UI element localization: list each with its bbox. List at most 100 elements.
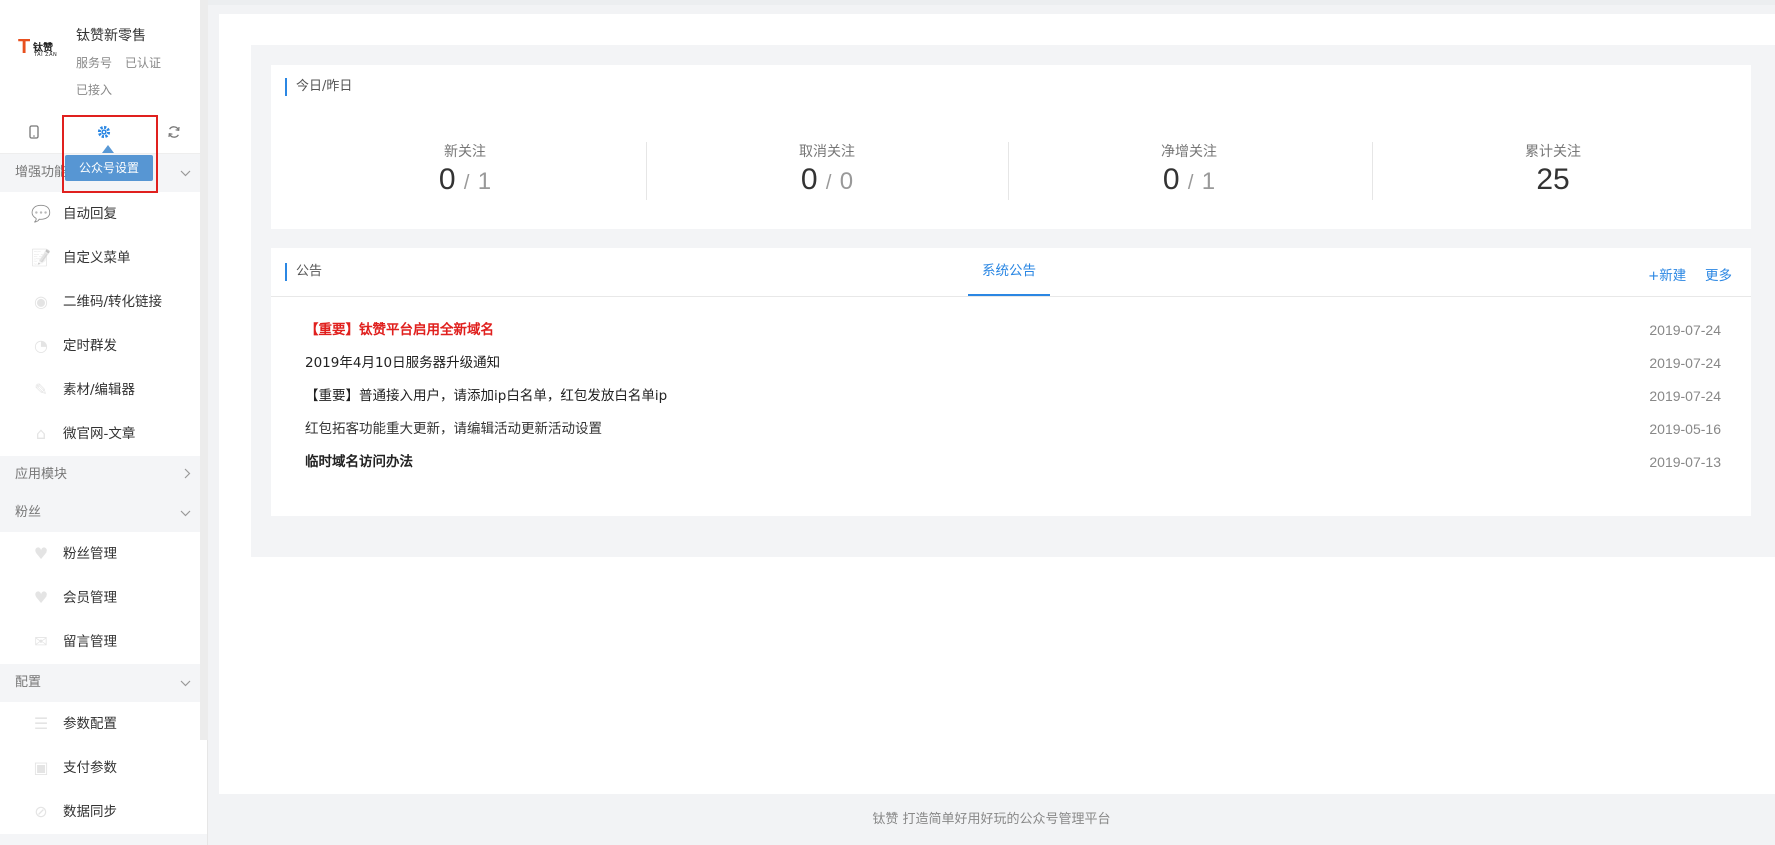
chevron-right-icon bbox=[184, 456, 191, 494]
chevron-down-icon bbox=[180, 494, 191, 532]
notice-row[interactable]: 【重要】钛赞平台启用全新域名 2019-07-24 bbox=[305, 319, 1721, 341]
notice-date: 2019-05-16 bbox=[1649, 421, 1721, 437]
chevron-down-icon bbox=[180, 664, 191, 702]
sidebar-section-label: 应用模块 bbox=[15, 467, 68, 482]
stat-divider bbox=[1008, 142, 1009, 200]
sidebar-section-config[interactable]: 配置 bbox=[0, 664, 207, 702]
more-link[interactable]: 更多 bbox=[1705, 264, 1732, 284]
notice-date: 2019-07-24 bbox=[1649, 355, 1721, 371]
stat-value: 0 / 1 bbox=[1162, 163, 1216, 196]
settings-list-icon: ☰ bbox=[33, 714, 49, 733]
sidebar-item[interactable]: ▣ 支付参数 bbox=[0, 746, 207, 790]
sidebar-item-label: 粉丝管理 bbox=[63, 546, 117, 562]
stat-value: 25 bbox=[1536, 163, 1570, 196]
stat-label: 净增关注 bbox=[1161, 144, 1217, 160]
home-icon: ⌂ bbox=[35, 424, 47, 443]
notice-title-link[interactable]: 2019年4月10日服务器升级通知 bbox=[305, 355, 500, 371]
sidebar-item[interactable]: ⌂ 微官网-文章 bbox=[0, 412, 207, 456]
notice-title-link[interactable]: 【重要】钛赞平台启用全新域名 bbox=[305, 322, 494, 338]
sidebar-menu: 增强功能 💬 自动回复 📝 自定义菜单 ◉ 二维码/转化链接 ◔ 定时群发 ✎ 素材/编辑器 ⌂ 微官网… bbox=[0, 154, 207, 834]
wallet-icon: ▣ bbox=[33, 758, 49, 777]
notice-title-link[interactable]: 临时域名访问办法 bbox=[305, 454, 413, 470]
notice-title-link[interactable]: 红包拓客功能重大更新，请编辑活动更新活动设置 bbox=[305, 421, 602, 437]
notice-date: 2019-07-13 bbox=[1649, 454, 1721, 470]
stat-net-follow: 净增关注 0 / 1 bbox=[1089, 141, 1289, 197]
stats-card: 今日/昨日 新关注 0 / 1 取消关注 0 / 0 净增关注 0 / 1 累计… bbox=[271, 65, 1751, 229]
account-name: 钛赞新零售 bbox=[76, 28, 146, 44]
new-notice-link[interactable]: +新建 bbox=[1648, 264, 1686, 284]
sidebar-item-label: 会员管理 bbox=[63, 590, 117, 606]
footer: 钛赞 打造简单好用好玩的公众号管理平台 bbox=[208, 795, 1775, 845]
sidebar-item[interactable]: ✉ 留言管理 bbox=[0, 620, 207, 664]
stats-title: 今日/昨日 bbox=[285, 78, 352, 96]
sidebar-item[interactable]: ♥ 会员管理 bbox=[0, 576, 207, 620]
tooltip-arrow bbox=[102, 145, 114, 153]
sidebar-section-label: 粉丝 bbox=[15, 505, 42, 520]
chat-bubble-icon: 💬 bbox=[31, 204, 51, 223]
sidebar-item[interactable]: ⊘ 数据同步 bbox=[0, 790, 207, 834]
sidebar-item[interactable]: ◉ 二维码/转化链接 bbox=[0, 280, 207, 324]
sidebar-item-label: 自动回复 bbox=[63, 206, 117, 222]
highlight-box bbox=[62, 115, 158, 193]
notice-card: 公告 系统公告 +新建 更多 【重要】钛赞平台启用全新域名 2019-07-24 2… bbox=[271, 248, 1751, 516]
sidebar-item[interactable]: 💬 自动回复 bbox=[0, 192, 207, 236]
sidebar-item[interactable]: ◔ 定时群发 bbox=[0, 324, 207, 368]
notice-row[interactable]: 红包拓客功能重大更新，请编辑活动更新活动设置 2019-05-16 bbox=[305, 418, 1721, 440]
sidebar-item[interactable]: ♥ 粉丝管理 bbox=[0, 532, 207, 576]
stat-label: 取消关注 bbox=[799, 144, 855, 160]
tab-divider bbox=[271, 296, 1751, 297]
mobile-icon[interactable] bbox=[24, 122, 44, 142]
sidebar-item-label: 定时群发 bbox=[63, 338, 117, 354]
sidebar-item[interactable]: ☰ 参数配置 bbox=[0, 702, 207, 746]
sidebar-item-label: 自定义菜单 bbox=[63, 250, 131, 266]
notice-date: 2019-07-24 bbox=[1649, 322, 1721, 338]
sidebar-item-label: 数据同步 bbox=[63, 804, 117, 820]
stat-label: 新关注 bbox=[444, 144, 486, 160]
sidebar-section-fans[interactable]: 粉丝 bbox=[0, 494, 207, 532]
sidebar-item-label: 素材/编辑器 bbox=[63, 382, 136, 398]
notice-row[interactable]: 【重要】普通接入用户，请添加ip白名单，红包发放白名单ip 2019-07-24 bbox=[305, 385, 1721, 407]
sidebar-item-label: 微官网-文章 bbox=[63, 426, 136, 442]
stat-total-follow: 累计关注 25 bbox=[1453, 141, 1653, 197]
notice-row[interactable]: 2019年4月10日服务器升级通知 2019-07-24 bbox=[305, 352, 1721, 374]
notice-title-link[interactable]: 【重要】普通接入用户，请添加ip白名单，红包发放白名单ip bbox=[305, 388, 667, 404]
link-icon: ⊘ bbox=[34, 802, 48, 821]
sidebar-item[interactable]: 📝 自定义菜单 bbox=[0, 236, 207, 280]
stat-unfollow: 取消关注 0 / 0 bbox=[727, 141, 927, 197]
account-status: 已接入 bbox=[76, 83, 113, 97]
qrcode-icon: ◉ bbox=[34, 292, 48, 311]
mail-icon: ✉ bbox=[34, 632, 48, 651]
heart-icon: ♥ bbox=[33, 588, 49, 607]
notice-title: 公告 bbox=[285, 263, 322, 281]
settings-tooltip: 公众号设置 bbox=[65, 155, 153, 181]
sidebar-section-app-modules[interactable]: 应用模块 bbox=[0, 456, 207, 494]
account-header: T 钛赞 TAI ZAN 钛赞新零售 服务号 已认证 已接入 bbox=[0, 0, 207, 110]
account-verified: 已认证 bbox=[125, 56, 162, 70]
sidebar-item-label: 支付参数 bbox=[63, 760, 117, 776]
notice-row[interactable]: 临时域名访问办法 2019-07-13 bbox=[305, 451, 1721, 473]
heart-icon: ♥ bbox=[33, 544, 49, 563]
brand-logo: T 钛赞 TAI ZAN bbox=[18, 36, 58, 58]
stat-value: 0 / 0 bbox=[800, 163, 854, 196]
stat-divider bbox=[1372, 142, 1373, 200]
tab-system-notice[interactable]: 系统公告 bbox=[968, 254, 1050, 296]
stat-label: 累计关注 bbox=[1525, 144, 1581, 160]
sidebar-item-label: 留言管理 bbox=[63, 634, 117, 650]
pen-icon: ✎ bbox=[34, 380, 48, 399]
document-edit-icon: 📝 bbox=[31, 248, 51, 267]
notice-date: 2019-07-24 bbox=[1649, 388, 1721, 404]
sidebar-section-label: 配置 bbox=[15, 675, 42, 690]
sidebar-section-label: 增强功能 bbox=[15, 165, 68, 180]
sidebar-item-label: 参数配置 bbox=[63, 716, 117, 732]
sidebar-scrollbar[interactable] bbox=[200, 0, 208, 740]
clock-icon: ◔ bbox=[34, 336, 48, 355]
stat-new-follow: 新关注 0 / 1 bbox=[365, 141, 565, 197]
sidebar-item-label: 二维码/转化链接 bbox=[63, 294, 163, 310]
account-type: 服务号 bbox=[76, 56, 113, 70]
top-strip bbox=[208, 0, 1775, 5]
refresh-icon[interactable] bbox=[164, 122, 184, 142]
stat-value: 0 / 1 bbox=[438, 163, 492, 196]
sidebar-item[interactable]: ✎ 素材/编辑器 bbox=[0, 368, 207, 412]
chevron-down-icon bbox=[180, 154, 191, 192]
stat-divider bbox=[646, 142, 647, 200]
